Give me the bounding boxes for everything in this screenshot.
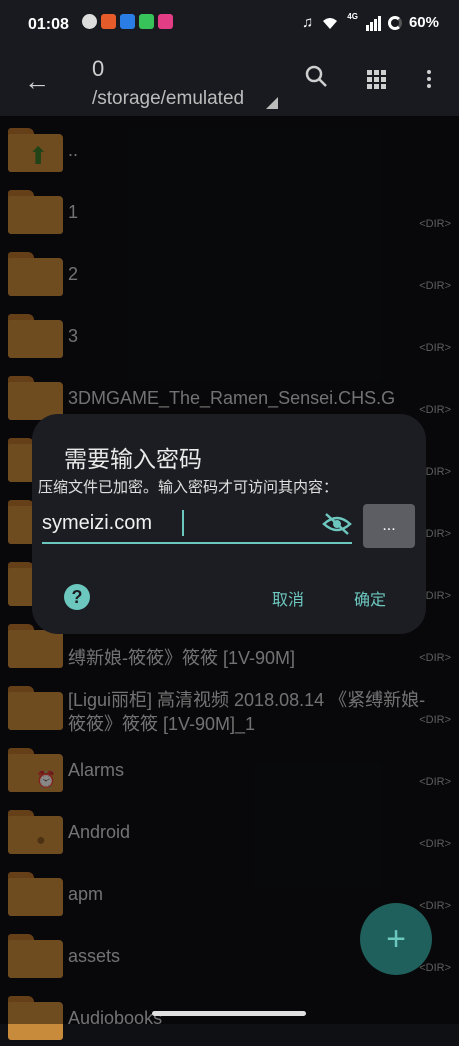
network-type: 4G [347, 12, 358, 21]
wechat-icon [82, 14, 97, 29]
help-icon[interactable]: ? [64, 584, 90, 610]
back-arrow-icon[interactable]: ← [24, 66, 50, 97]
grid-view-icon[interactable] [367, 70, 386, 89]
app-icon-pink [158, 14, 173, 29]
dialog-title: 需要输入密码 [64, 446, 202, 472]
battery-percent: 60% [408, 14, 439, 31]
text-caret [182, 510, 184, 536]
cancel-button[interactable]: 取消 [272, 586, 304, 610]
password-value: symeizi.com [42, 512, 153, 534]
dialog-message: 压缩文件已加密。输入密码才可访问其内容： [38, 479, 339, 496]
status-right: ♫ 4G 60% [302, 12, 439, 31]
ok-button[interactable]: 确定 [354, 586, 386, 610]
add-fab-button[interactable]: + [360, 903, 432, 975]
wifi-icon [323, 17, 338, 29]
password-history-button[interactable]: ... [363, 504, 415, 548]
app-icon-orange [101, 14, 116, 29]
more-options-icon[interactable] [427, 70, 431, 88]
folder-title: 0 [92, 56, 105, 81]
search-icon[interactable] [304, 64, 328, 88]
notification-icons [82, 14, 173, 29]
path-dropdown-icon[interactable] [266, 97, 278, 109]
status-time: 01:08 [28, 16, 69, 33]
path-label[interactable]: /storage/emulated [92, 88, 244, 110]
password-input[interactable]: symeizi.com [42, 508, 352, 544]
mute-icon: ♫ [302, 14, 314, 31]
password-dialog: 需要输入密码 压缩文件已加密。输入密码才可访问其内容： symeizi.com … [32, 414, 426, 634]
status-bar: 01:08 ♫ 4G 60% [0, 0, 459, 48]
toolbar: ← 0 /storage/emulated [0, 48, 459, 116]
hide-password-icon[interactable] [322, 512, 352, 536]
signal-icon [365, 15, 381, 31]
battery-icon [387, 15, 402, 30]
app-icon-blue [120, 14, 135, 29]
gesture-nav-bar[interactable] [152, 1011, 306, 1016]
app-icon-green [139, 14, 154, 29]
